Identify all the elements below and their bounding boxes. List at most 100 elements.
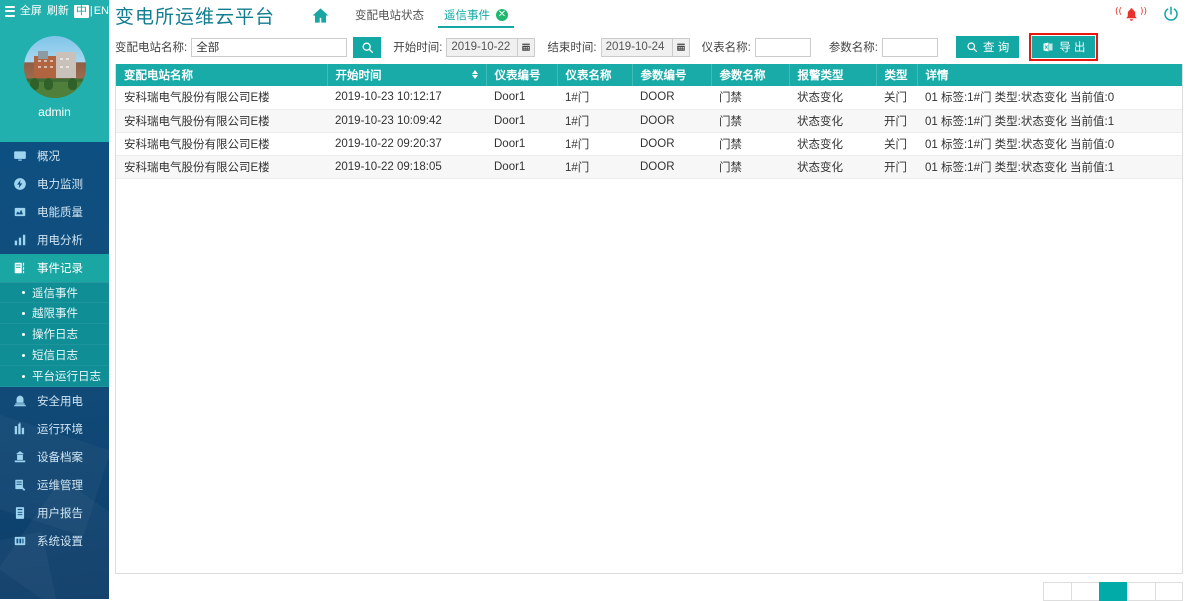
avatar-window [49, 60, 53, 62]
cell-time: 2019-10-23 10:09:42 [327, 109, 486, 133]
column-header-label: 开始时间 [335, 70, 382, 82]
sidebar-item-10[interactable]: 系统设置 [0, 527, 109, 555]
sidebar-subitem-2[interactable]: 操作日志 [0, 324, 109, 345]
username-label: admin [38, 105, 71, 119]
column-header-label: 报警类型 [797, 70, 844, 82]
header-actions: (( )) [1115, 3, 1180, 25]
avatar-window [37, 66, 41, 68]
table-row[interactable]: 安科瑞电气股份有限公司E楼 2019-10-22 09:18:05 Door1 1#门… [116, 155, 1182, 179]
sidebar-item-6[interactable]: 运行环境 [0, 415, 109, 443]
lang-cn-button[interactable]: 中 [73, 4, 89, 18]
meter-name-label: 仪表名称: [701, 42, 751, 54]
column-header-label: 详情 [925, 70, 949, 82]
table-body: 安科瑞电气股份有限公司E楼 2019-10-23 10:12:17 Door1 1#门… [116, 86, 1182, 179]
sidebar-subitem-4[interactable]: 平台运行日志 [0, 366, 109, 387]
end-time-label: 结束时间: [547, 42, 597, 54]
table-row[interactable]: 安科瑞电气股份有限公司E楼 2019-10-23 10:12:17 Door1 1#门… [116, 86, 1182, 110]
avatar[interactable] [23, 36, 86, 98]
column-header-label: 参数名称 [719, 70, 766, 82]
sidebar-item-3[interactable]: 用电分析 [0, 226, 109, 254]
start-date-calendar-icon[interactable] [518, 37, 536, 57]
avatar-window [37, 60, 41, 62]
column-header-label: 仪表名称 [565, 70, 612, 82]
tab-1[interactable]: 遥信事件 ✕ [434, 0, 518, 30]
events-table: 变配电站名称 开始时间 仪表编号 仪表名称 参数编号 参数名称 报警类型 类型 详情 安科瑞电气… [116, 64, 1182, 179]
page-button-3[interactable] [1127, 582, 1155, 601]
fullscreen-button[interactable]: 全屏 [20, 5, 42, 17]
sidebar-item-4[interactable]: 事件记录 [0, 254, 109, 282]
cell-alarm-type: 状态变化 [789, 155, 876, 179]
tab-close-icon[interactable]: ✕ [496, 9, 508, 21]
tab-label: 变配电站状态 [355, 10, 424, 22]
sidebar-subitem-0[interactable]: 遥信事件 [0, 282, 109, 303]
tab-0[interactable]: 变配电站状态 [345, 0, 434, 30]
page-button-4[interactable] [1155, 582, 1183, 601]
cell-time: 2019-10-22 09:18:05 [327, 155, 486, 179]
table-header-row: 变配电站名称 开始时间 仪表编号 仪表名称 参数编号 参数名称 报警类型 类型 详情 [116, 64, 1182, 86]
station-search-button[interactable] [353, 36, 382, 58]
cell-type: 关门 [876, 86, 917, 110]
refresh-button[interactable]: 刷新 [47, 5, 69, 17]
bar-chart-icon [13, 233, 27, 247]
sidebar-item-label: 设备档案 [37, 452, 83, 464]
sidebar-item-5[interactable]: 安全用电 [0, 387, 109, 415]
power-quality-icon [13, 205, 27, 219]
sort-toggle-icon[interactable] [471, 70, 478, 79]
sidebar-item-label: 安全用电 [37, 396, 83, 408]
column-header-8: 详情 [917, 64, 1182, 86]
column-header-label: 类型 [884, 70, 908, 82]
avatar-building-right [55, 52, 76, 78]
station-filter-label: 变配电站名称: [115, 42, 188, 54]
column-header-6: 报警类型 [789, 64, 877, 86]
sidebar-item-8[interactable]: 运维管理 [0, 471, 109, 499]
sidebar-item-label: 运维管理 [37, 480, 83, 492]
end-time-input[interactable] [600, 37, 673, 57]
filter-bar: 变配电站名称: 开始时间: 结束时间: 仪表名称: 参数名称: 查 询 导 出 [109, 30, 1188, 64]
cell-param-no: DOOR [632, 132, 711, 156]
end-date-calendar-icon[interactable] [672, 37, 690, 57]
sidebar-item-7[interactable]: 设备档案 [0, 443, 109, 471]
table-row[interactable]: 安科瑞电气股份有限公司E楼 2019-10-23 10:09:42 Door1 1#门… [116, 109, 1182, 133]
lang-en-button[interactable]: EN [94, 5, 109, 17]
param-name-input[interactable] [882, 37, 939, 57]
profile-panel: admin [0, 22, 109, 142]
sidebar-item-2[interactable]: 电能质量 [0, 198, 109, 226]
device-archive-icon [13, 450, 27, 464]
sidebar-item-9[interactable]: 用户报告 [0, 499, 109, 527]
meter-name-input[interactable] [754, 37, 811, 57]
avatar-window [59, 66, 63, 68]
menu-toggle-icon[interactable] [5, 5, 15, 17]
power-monitor-icon [13, 177, 27, 191]
station-input[interactable] [191, 37, 348, 57]
page-button-2[interactable] [1099, 582, 1127, 601]
query-button[interactable]: 查 询 [956, 36, 1020, 58]
sidebar-subitem-1[interactable]: 越限事件 [0, 303, 109, 324]
bullet-icon [22, 374, 25, 378]
table-row[interactable]: 安科瑞电气股份有限公司E楼 2019-10-22 09:20:37 Door1 1#门… [116, 132, 1182, 156]
alarm-bell-icon[interactable]: (( )) [1115, 3, 1147, 25]
sidebar-item-0[interactable]: 概况 [0, 142, 109, 170]
cell-param-name: 门禁 [711, 109, 789, 133]
cell-alarm-type: 状态变化 [789, 86, 876, 110]
avatar-window [43, 60, 47, 62]
table-head: 变配电站名称 开始时间 仪表编号 仪表名称 参数编号 参数名称 报警类型 类型 详情 [116, 64, 1182, 86]
start-time-input[interactable] [446, 37, 519, 57]
query-search-icon [966, 41, 978, 53]
column-header-1[interactable]: 开始时间 [327, 64, 487, 86]
sidebar: 全屏 刷新 中 | EN admin 概况电力监测 电能质量 用电分析 事件记录… [0, 0, 109, 599]
page-button-1[interactable] [1071, 582, 1099, 601]
column-header-7: 类型 [876, 64, 918, 86]
power-off-icon[interactable] [1162, 5, 1180, 23]
export-button[interactable]: 导 出 [1032, 36, 1096, 58]
cell-station: 安科瑞电气股份有限公司E楼 [116, 132, 327, 156]
page-button-0[interactable] [1043, 582, 1071, 601]
column-header-2: 仪表编号 [486, 64, 558, 86]
cell-meter-no: Door1 [486, 86, 557, 110]
sidebar-subitem-3[interactable]: 短信日志 [0, 345, 109, 366]
cell-type: 开门 [876, 109, 917, 133]
monitor-icon [13, 149, 27, 163]
cell-station: 安科瑞电气股份有限公司E楼 [116, 86, 327, 110]
home-icon[interactable] [309, 4, 331, 26]
sidebar-item-1[interactable]: 电力监测 [0, 170, 109, 198]
column-header-0: 变配电站名称 [116, 64, 328, 86]
